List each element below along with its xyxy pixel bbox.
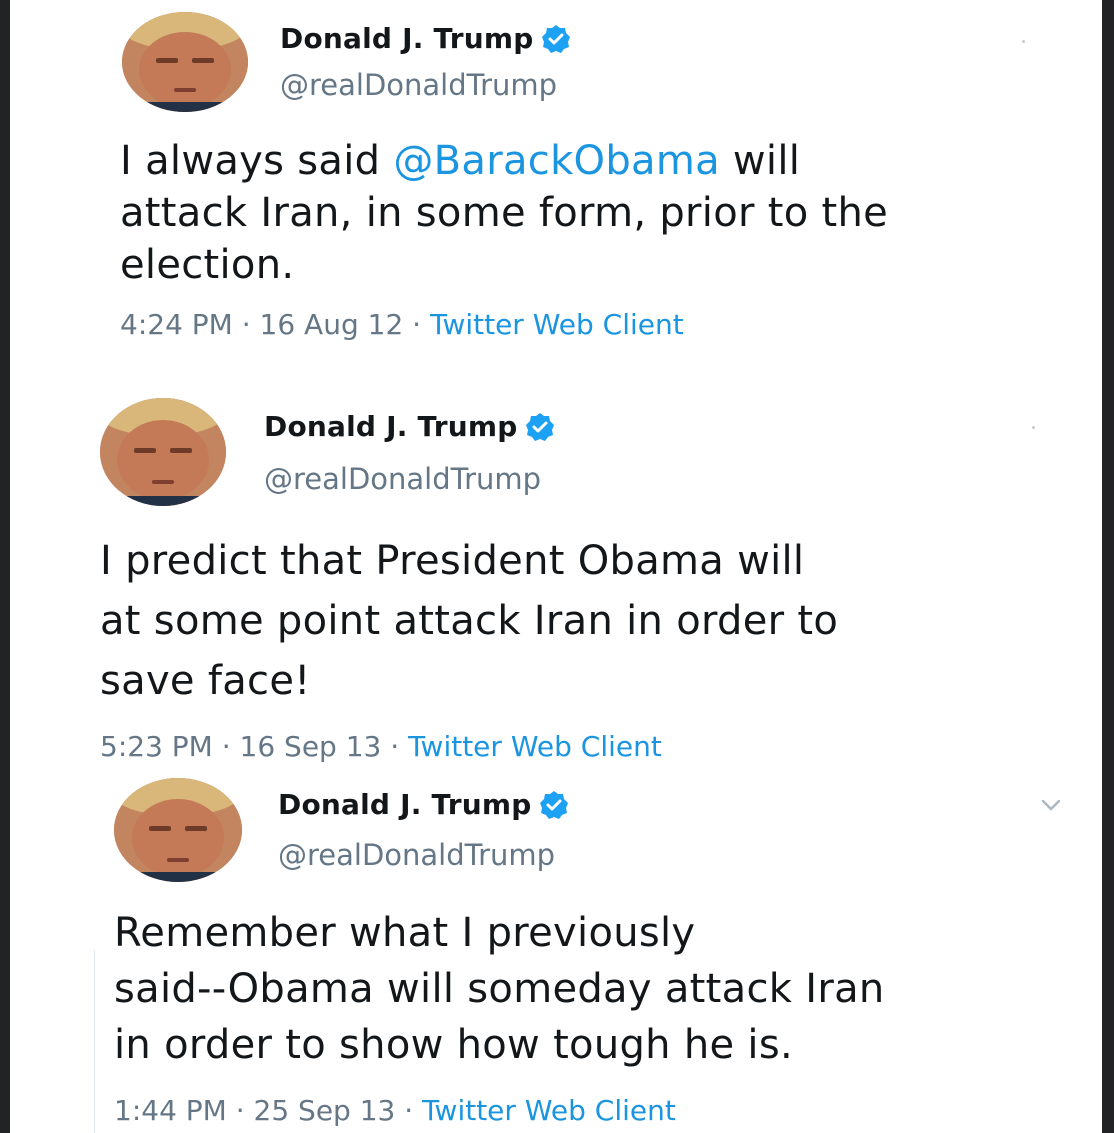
- tweet-text-line: I always said @BarackObama will: [120, 138, 800, 184]
- profile-photo: [122, 12, 248, 112]
- tweet-date[interactable]: 16 Sep 13: [240, 730, 382, 763]
- tweet-text-line: save face!: [100, 658, 311, 704]
- tweet-text-line: attack Iran, in some form, prior to the: [120, 190, 888, 236]
- tweet-text-line: election.: [120, 242, 294, 288]
- avatar[interactable]: [122, 12, 248, 112]
- meta-separator: ·: [403, 308, 430, 341]
- author-name[interactable]: Donald J. Trump: [278, 788, 531, 821]
- tweet-1: Donald J. Trump @realDonaldTrump I alway…: [10, 0, 1102, 380]
- tweet-source-link[interactable]: Twitter Web Client: [408, 730, 662, 763]
- profile-photo: [100, 398, 226, 506]
- author-handle[interactable]: @realDonaldTrump: [278, 838, 555, 872]
- tweet-date[interactable]: 25 Sep 13: [254, 1094, 396, 1127]
- tweet-text: save face!: [100, 658, 311, 704]
- tweet-text: Remember what I previously: [114, 910, 696, 956]
- meta-separator: ·: [226, 1094, 254, 1127]
- tweet-meta: 5:23 PM · 16 Sep 13 · Twitter Web Client: [100, 730, 662, 763]
- author-handle[interactable]: @realDonaldTrump: [280, 68, 557, 102]
- tweet-meta: 1:44 PM · 25 Sep 13 · Twitter Web Client: [114, 1094, 676, 1127]
- tweet-text: I predict that President Obama will: [100, 538, 805, 584]
- menu-dot: [1022, 40, 1025, 43]
- tweet-text-line: Remember what I previously: [114, 910, 695, 956]
- tweet-source-link[interactable]: Twitter Web Client: [430, 308, 684, 341]
- tweet-text-line: said--Obama will someday attack Iran: [114, 966, 885, 1012]
- tweet-text: election.: [120, 242, 295, 288]
- avatar[interactable]: [100, 398, 226, 506]
- verified-badge-icon: [539, 790, 569, 820]
- meta-separator: ·: [232, 308, 260, 341]
- tweet-text: in order to show how tough he is.: [114, 1022, 793, 1068]
- meta-separator: ·: [395, 1094, 423, 1127]
- mention-link[interactable]: @BarackObama: [393, 138, 720, 184]
- tweet-meta: 4:24 PM · 16 Aug 12 · Twitter Web Client: [120, 308, 684, 341]
- tweet-source-link[interactable]: Twitter Web Client: [422, 1094, 676, 1127]
- menu-dot: [1032, 426, 1035, 429]
- tweet-date[interactable]: 16 Aug 12: [260, 308, 404, 341]
- tweet-text: will: [719, 138, 801, 184]
- tweet-2: Donald J. Trump @realDonaldTrump I predi…: [10, 390, 1102, 770]
- thread-line: [94, 950, 95, 1133]
- author-name[interactable]: Donald J. Trump: [264, 410, 517, 443]
- verified-badge-icon: [525, 412, 555, 442]
- author-name-row: Donald J. Trump: [280, 22, 571, 55]
- meta-separator: ·: [381, 730, 409, 763]
- verified-badge-icon: [541, 24, 571, 54]
- tweet-text: at some point attack Iran in order to: [100, 598, 839, 644]
- tweet-time[interactable]: 4:24 PM: [120, 308, 233, 341]
- tweet-3: Donald J. Trump @realDonaldTrump Remembe…: [10, 770, 1102, 1133]
- avatar[interactable]: [114, 778, 242, 882]
- tweet-time[interactable]: 1:44 PM: [114, 1094, 227, 1127]
- author-name-row: Donald J. Trump: [278, 788, 569, 821]
- tweet-text: attack Iran, in some form, prior to the: [120, 190, 889, 236]
- tweet-time[interactable]: 5:23 PM: [100, 730, 213, 763]
- profile-photo: [114, 778, 242, 882]
- tweet-text: said--Obama will someday attack Iran: [114, 966, 885, 1012]
- screenshot-frame: Donald J. Trump @realDonaldTrump I alway…: [10, 0, 1102, 1133]
- tweet-text: I always said: [120, 138, 394, 184]
- author-name[interactable]: Donald J. Trump: [280, 22, 533, 55]
- tweet-text-line: in order to show how tough he is.: [114, 1022, 793, 1068]
- author-name-row: Donald J. Trump: [264, 410, 555, 443]
- meta-separator: ·: [212, 730, 240, 763]
- chevron-down-icon[interactable]: [1040, 798, 1062, 812]
- tweet-text-line: at some point attack Iran in order to: [100, 598, 838, 644]
- tweet-text-line: I predict that President Obama will: [100, 538, 804, 584]
- author-handle[interactable]: @realDonaldTrump: [264, 462, 541, 496]
